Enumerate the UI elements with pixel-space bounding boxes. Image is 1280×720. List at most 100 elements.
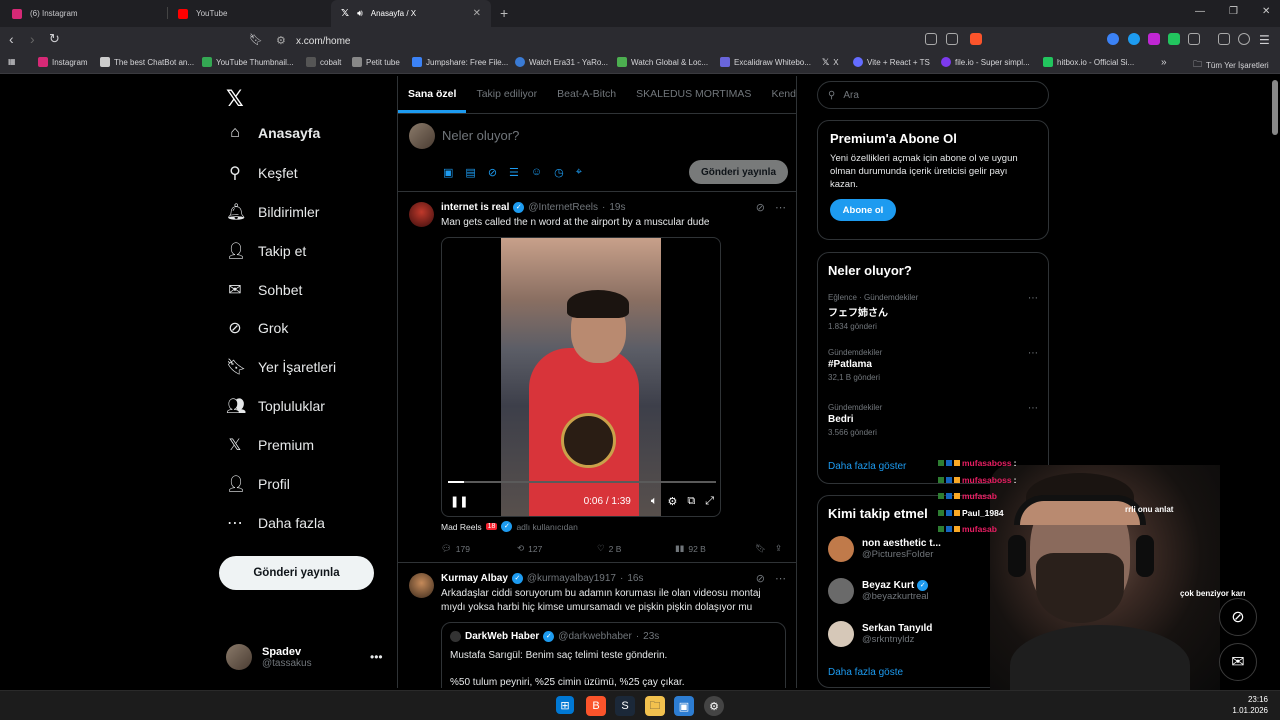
post-button[interactable]: Gönderi yayınla xyxy=(689,160,788,184)
brave-shields-icon[interactable] xyxy=(970,33,982,45)
windows-start-icon[interactable]: ⊞ xyxy=(556,696,574,714)
bookmarks-folder[interactable]: 🗀 Tüm Yer İşaretleri xyxy=(1193,57,1269,73)
trend-item[interactable]: Gündemdekiler #Patlama 32,1 B gönderi ⋯ xyxy=(828,348,1038,382)
new-tab-button[interactable]: + xyxy=(500,5,508,21)
tab-instagram[interactable]: (6) Instagram xyxy=(2,0,167,27)
url-field[interactable]: ⚙ x.com/home xyxy=(270,31,990,51)
schedule-icon[interactable]: ◷ xyxy=(554,166,564,179)
bookmark-item[interactable]: Vite + React + TS xyxy=(853,57,930,67)
more-icon[interactable]: ⋯ xyxy=(1028,348,1038,359)
settings-icon[interactable]: ⚙ xyxy=(667,495,677,508)
tweet-handle[interactable]: @InternetReels xyxy=(528,202,598,213)
share-icon[interactable] xyxy=(946,33,958,45)
tweet[interactable]: internet is real ✓ @InternetReels · 19s … xyxy=(398,193,796,563)
gif-icon[interactable]: ▤ xyxy=(465,166,475,179)
back-icon[interactable]: ‹ xyxy=(9,31,14,47)
bookmark-item[interactable]: Petit tube xyxy=(352,57,400,67)
pip-icon[interactable]: ⧉ xyxy=(687,495,695,508)
bookmark-item[interactable]: file.io - Super simpl... xyxy=(941,57,1030,67)
menu-icon[interactable]: ☰ xyxy=(1259,33,1270,47)
extension-icon[interactable] xyxy=(1107,33,1119,45)
tweet-handle[interactable]: @kurmayalbay1917 xyxy=(527,573,616,584)
follow-suggestion[interactable]: Serkan Tanyıld @srkntnyldz xyxy=(828,621,932,647)
tweet-time[interactable]: 19s xyxy=(609,202,625,213)
nav-item-follow[interactable]: 👤︎ Takip et xyxy=(226,241,306,261)
compose-input[interactable]: Neler oluyor? xyxy=(442,128,519,143)
show-more-link[interactable]: Daha fazla göster xyxy=(828,461,906,472)
avatar[interactable] xyxy=(409,573,434,598)
reply-button[interactable]: 💬︎ 179 xyxy=(441,543,517,554)
more-icon[interactable]: ⋯ xyxy=(775,572,786,585)
close-tab-icon[interactable]: ✕ xyxy=(473,8,481,19)
tab-x-home[interactable]: 𝕏 🔊︎ Anasayfa / X ✕ xyxy=(331,0,491,27)
video-progress-bar[interactable] xyxy=(448,481,716,483)
tweet-author[interactable]: internet is real xyxy=(441,202,509,213)
repost-button[interactable]: ⟲ 127 xyxy=(517,543,597,554)
nav-item-mail[interactable]: ✉ Sohbet xyxy=(226,280,302,300)
grok-icon[interactable]: ⊘ xyxy=(756,201,765,214)
minimize-icon[interactable]: — xyxy=(1195,6,1205,17)
messages-fab-icon[interactable]: ✉ xyxy=(1219,643,1257,681)
bookmark-item[interactable]: cobalt xyxy=(306,57,341,67)
emoji-icon[interactable]: ☺ xyxy=(531,166,542,179)
bookmark-item[interactable]: Jumpshare: Free File... xyxy=(412,57,508,67)
cast-icon[interactable] xyxy=(925,33,937,45)
tab-for-you[interactable]: Sana özel xyxy=(398,76,467,113)
nav-item-home[interactable]: ⌂ Anasayfa xyxy=(226,124,320,142)
volume-icon[interactable]: 🔈︎ xyxy=(651,495,658,508)
folder-icon[interactable]: 🗀 xyxy=(645,696,665,716)
image-icon[interactable]: ▣ xyxy=(443,166,453,179)
bookmark-item[interactable]: hitbox.io - Official Si... xyxy=(1043,57,1134,67)
brave-icon[interactable]: B xyxy=(586,696,606,716)
bookmark-item[interactable]: YouTube Thumbnail... xyxy=(202,57,294,67)
extension-icon[interactable] xyxy=(1168,33,1180,45)
bookmark-item[interactable]: Watch Global & Loc... xyxy=(617,57,708,67)
tab-following[interactable]: Takip ediliyor xyxy=(466,76,547,113)
pause-icon[interactable]: ❚❚ xyxy=(450,495,468,508)
maximize-icon[interactable]: ❐ xyxy=(1229,6,1238,17)
bookmark-item[interactable]: Instagram xyxy=(38,57,88,67)
reload-icon[interactable]: ↻ xyxy=(49,31,60,47)
wallet-icon[interactable] xyxy=(1238,33,1250,45)
bookmark-icon[interactable]: 🔖︎ xyxy=(755,543,775,554)
nav-item-bell[interactable]: 🔔︎ Bildirimler xyxy=(226,202,319,222)
location-icon[interactable]: ⌖ xyxy=(576,166,582,179)
extension-icon[interactable] xyxy=(1148,33,1160,45)
fullscreen-icon[interactable]: ⤢ xyxy=(705,495,714,508)
subscribe-button[interactable]: Abone ol xyxy=(830,199,896,221)
grok-icon[interactable]: ⊘ xyxy=(756,572,765,585)
more-bookmarks-icon[interactable]: » xyxy=(1161,57,1167,68)
quoted-tweet[interactable]: DarkWeb Haber ✓ @darkwebhaber · 23s Must… xyxy=(441,622,786,688)
trend-item[interactable]: Eğlence · Gündemdekiler フェフ姉さん 1.834 gön… xyxy=(828,293,1038,331)
show-more-link[interactable]: Daha fazla göste xyxy=(828,667,903,678)
nav-item-search[interactable]: ⚲ Keşfet xyxy=(226,163,298,183)
views-button[interactable]: ▮▮ 92 B xyxy=(675,543,755,554)
bookmark-item[interactable]: The best ChatBot an... xyxy=(100,57,194,67)
forward-icon[interactable]: › xyxy=(30,31,35,47)
tab-list[interactable]: Beat-A-Bitch xyxy=(547,76,626,113)
apps-icon[interactable]: ▦ xyxy=(8,57,16,66)
more-icon[interactable]: ⋯ xyxy=(775,201,786,214)
system-clock[interactable]: 23:16 1.01.2026 xyxy=(1232,694,1268,716)
nav-item-grok[interactable]: ⊘ Grok xyxy=(226,318,288,338)
nav-item-x-premium[interactable]: 𝕏 Premium xyxy=(226,435,314,455)
media-icon[interactable] xyxy=(1218,33,1230,45)
post-button[interactable]: Gönderi yayınla xyxy=(219,556,374,590)
close-window-icon[interactable]: ✕ xyxy=(1262,6,1270,17)
share-icon[interactable]: ⇪ xyxy=(775,543,782,554)
bookmark-item[interactable]: 𝕏X xyxy=(822,57,839,68)
follow-suggestion[interactable]: Beyaz Kurt ✓ @beyazkurtreal xyxy=(828,578,929,604)
tweet-author[interactable]: Kurmay Albay xyxy=(441,573,508,584)
steam-icon[interactable]: S xyxy=(615,696,635,716)
trend-item[interactable]: Gündemdekiler Bedri 3.566 gönderi ⋯ xyxy=(828,403,1038,437)
x-logo-icon[interactable]: 𝕏 xyxy=(226,86,244,112)
video-player[interactable]: ❚❚ 0:06 / 1:39 🔈︎ ⚙ ⧉ ⤢ xyxy=(441,237,721,517)
source-name[interactable]: Mad Reels xyxy=(441,522,482,532)
poll-icon[interactable]: ☰ xyxy=(509,166,519,179)
nav-item-profile[interactable]: 👤︎ Profil xyxy=(226,474,290,494)
sidebar-icon[interactable] xyxy=(1188,33,1200,45)
bookmark-item[interactable]: Watch Era31 - YaRo... xyxy=(515,57,608,67)
avatar[interactable] xyxy=(409,202,434,227)
scrollbar[interactable] xyxy=(1272,80,1278,135)
nav-item-bookmark[interactable]: 🔖︎ Yer İşaretleri xyxy=(226,357,336,377)
